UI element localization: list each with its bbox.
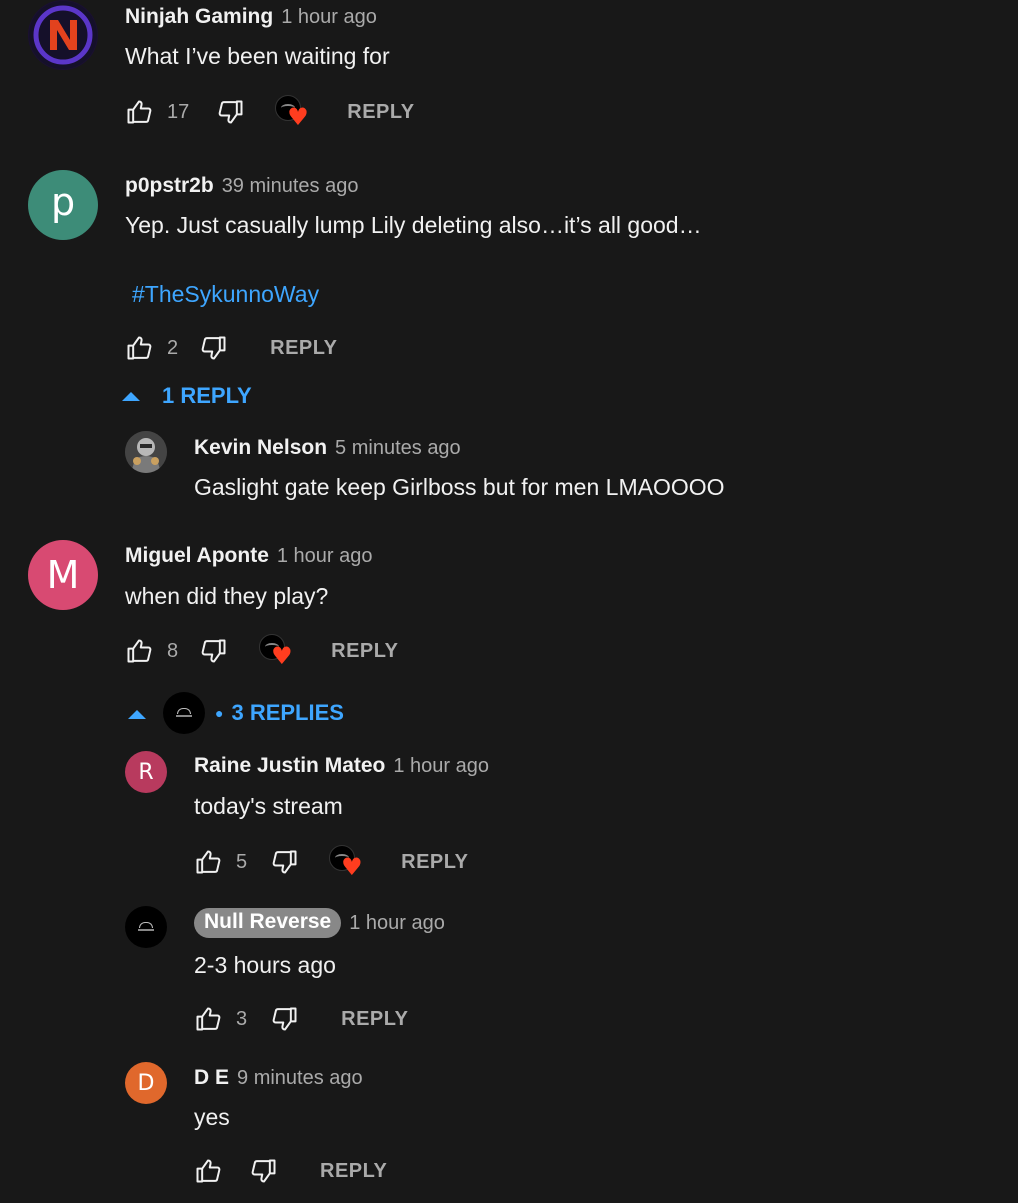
reply-toolbar: REPLY bbox=[194, 1154, 387, 1188]
reply-button[interactable]: REPLY bbox=[347, 101, 414, 124]
avatar-letter: R bbox=[138, 759, 154, 785]
reply-toolbar: 5 ♥ REPLY bbox=[194, 845, 468, 879]
avatar-ninjah-gaming[interactable] bbox=[28, 0, 98, 70]
comment-author[interactable]: Miguel Aponte bbox=[125, 544, 269, 568]
avatar-p0pstr2b[interactable]: p bbox=[28, 170, 98, 240]
like-icon[interactable] bbox=[125, 98, 153, 126]
reply-time[interactable]: 5 minutes ago bbox=[335, 437, 461, 460]
dislike-icon[interactable] bbox=[250, 1157, 278, 1185]
reply-time[interactable]: 1 hour ago bbox=[349, 912, 445, 935]
reply-header: D E 9 minutes ago bbox=[194, 1066, 363, 1090]
like-icon[interactable] bbox=[125, 334, 153, 362]
like-count: 17 bbox=[167, 100, 190, 123]
reply-text: Gaslight gate keep Girlboss but for men … bbox=[194, 474, 725, 500]
reply-button[interactable]: REPLY bbox=[401, 851, 468, 874]
comment-toolbar: 17 ♥ REPLY bbox=[125, 95, 415, 129]
comment-toolbar: 2 REPLY bbox=[125, 331, 337, 365]
comment-header: p0pstr2b 39 minutes ago bbox=[125, 174, 358, 198]
avatar-d-e[interactable]: D bbox=[125, 1062, 167, 1104]
like-count: 3 bbox=[236, 1007, 248, 1030]
reply-header: Raine Justin Mateo 1 hour ago bbox=[194, 754, 489, 778]
reply-author[interactable]: Kevin Nelson bbox=[194, 436, 327, 460]
ninjah-n-logo-icon bbox=[29, 1, 97, 69]
dislike-icon[interactable] bbox=[217, 98, 245, 126]
like-count: 2 bbox=[167, 336, 179, 359]
reply-time[interactable]: 1 hour ago bbox=[393, 755, 489, 778]
hashtag-link[interactable]: #TheSykunnoWay bbox=[132, 281, 319, 308]
replies-toggle[interactable]: ● 3 REPLIES bbox=[128, 692, 344, 734]
like-icon[interactable] bbox=[194, 1157, 222, 1185]
dislike-icon[interactable] bbox=[200, 637, 228, 665]
reply-time[interactable]: 9 minutes ago bbox=[237, 1067, 363, 1090]
comment-text: Yep. Just casually lump Lily deleting al… bbox=[125, 212, 702, 238]
comment-text: What I’ve been waiting for bbox=[125, 43, 390, 69]
replies-toggle[interactable]: 1 REPLY bbox=[122, 383, 252, 409]
like-icon[interactable] bbox=[125, 637, 153, 665]
comment-header: Miguel Aponte 1 hour ago bbox=[125, 544, 373, 568]
reply-header: Null Reverse 1 hour ago bbox=[194, 908, 445, 938]
comment-time[interactable]: 39 minutes ago bbox=[222, 175, 359, 198]
reply-button[interactable]: REPLY bbox=[331, 640, 398, 663]
reply-button[interactable]: REPLY bbox=[270, 337, 337, 360]
owner-author-badge[interactable]: Null Reverse bbox=[194, 908, 342, 938]
collapse-arrow-icon bbox=[128, 709, 146, 719]
armored-character-avatar-icon bbox=[125, 431, 167, 473]
avatar-raine-justin-mateo[interactable]: R bbox=[125, 751, 167, 793]
reply-button[interactable]: REPLY bbox=[341, 1008, 408, 1031]
dislike-icon[interactable] bbox=[200, 334, 228, 362]
comment-time[interactable]: 1 hour ago bbox=[277, 545, 373, 568]
comment-time[interactable]: 1 hour ago bbox=[281, 6, 377, 29]
bullet-separator-icon: ● bbox=[215, 705, 224, 721]
avatar-null-reverse[interactable] bbox=[125, 906, 167, 948]
comment-author[interactable]: p0pstr2b bbox=[125, 174, 214, 198]
replies-count-label: 3 REPLIES bbox=[231, 700, 344, 725]
avatar-letter: p bbox=[50, 180, 76, 224]
avatar-letter: M bbox=[46, 553, 80, 597]
comment-text: when did they play? bbox=[125, 583, 329, 609]
reply-button[interactable]: REPLY bbox=[320, 1160, 387, 1183]
dislike-icon[interactable] bbox=[271, 1005, 299, 1033]
comment-toolbar: 8 ♥ REPLY bbox=[125, 634, 398, 668]
reply-toolbar: 3 REPLY bbox=[194, 1002, 408, 1036]
reply-text: today's stream bbox=[194, 793, 343, 819]
creator-heart-icon: ♥ bbox=[275, 95, 309, 129]
creator-avatar-icon bbox=[163, 692, 205, 734]
reply-header: Kevin Nelson 5 minutes ago bbox=[194, 436, 461, 460]
comment-author[interactable]: Ninjah Gaming bbox=[125, 5, 273, 29]
avatar-letter: D bbox=[137, 1070, 155, 1096]
like-count: 5 bbox=[236, 850, 248, 873]
reply-author[interactable]: D E bbox=[194, 1066, 229, 1090]
replies-count-label: 1 REPLY bbox=[162, 383, 252, 408]
avatar-miguel-aponte[interactable]: M bbox=[28, 540, 98, 610]
creator-heart-icon: ♥ bbox=[329, 845, 363, 879]
like-icon[interactable] bbox=[194, 1005, 222, 1033]
like-icon[interactable] bbox=[194, 848, 222, 876]
creator-heart-icon: ♥ bbox=[259, 634, 293, 668]
dislike-icon[interactable] bbox=[271, 848, 299, 876]
like-count: 8 bbox=[167, 639, 179, 662]
collapse-arrow-icon bbox=[122, 391, 140, 401]
avatar-kevin-nelson[interactable] bbox=[125, 431, 167, 473]
reply-author[interactable]: Raine Justin Mateo bbox=[194, 754, 385, 778]
comment-header: Ninjah Gaming 1 hour ago bbox=[125, 5, 377, 29]
reply-text: yes bbox=[194, 1104, 230, 1130]
channel-logo-icon bbox=[138, 922, 154, 932]
reply-text: 2-3 hours ago bbox=[194, 952, 336, 978]
